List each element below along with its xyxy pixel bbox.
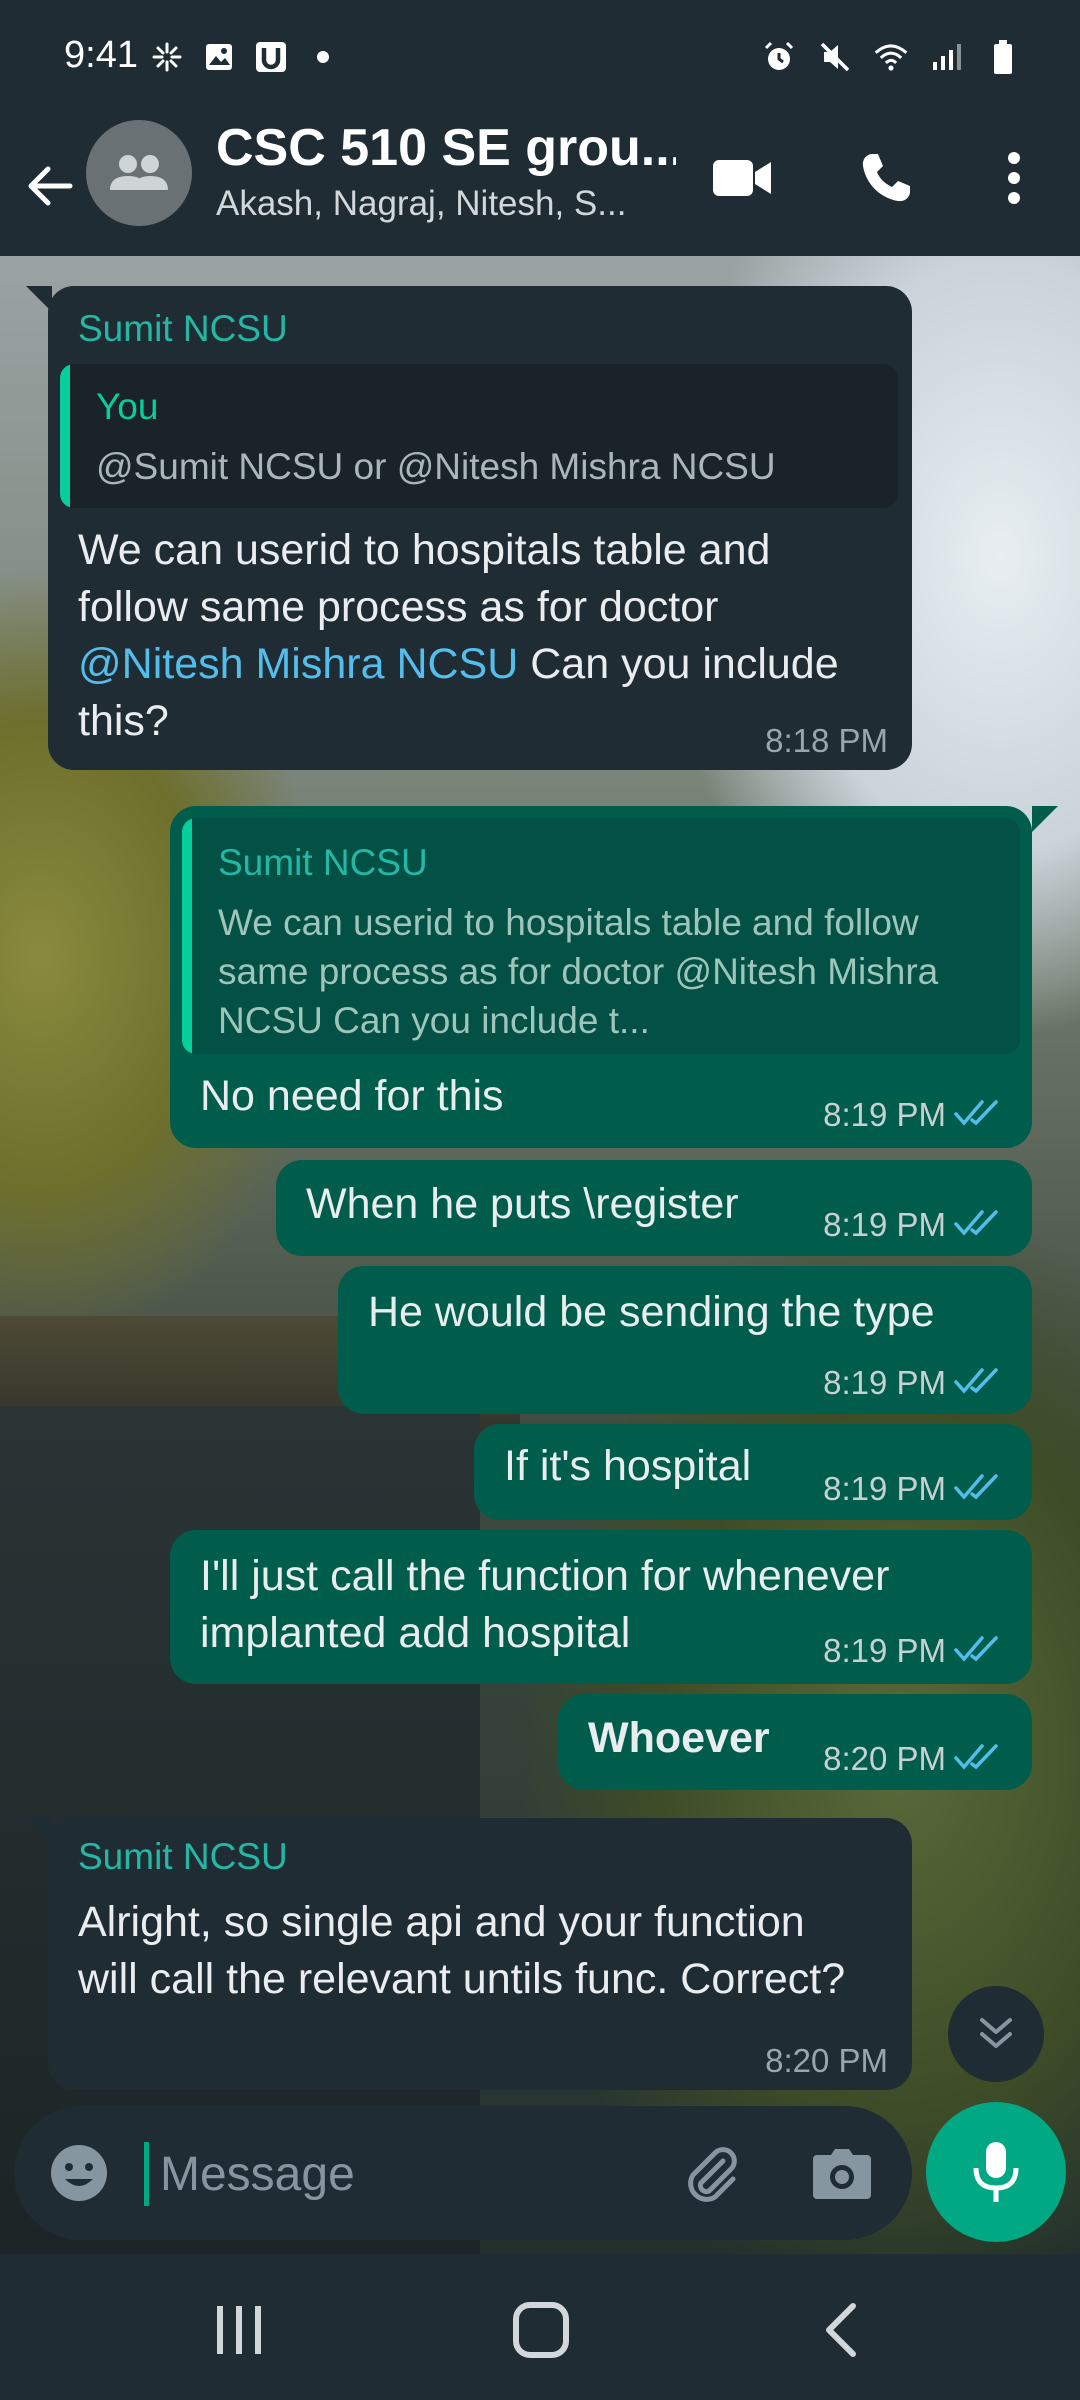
quote-bar [60,364,70,508]
recents-icon [217,2306,261,2354]
quote-author: You [96,386,159,427]
message-time: 8:19 PM [823,1096,946,1133]
message-time: 8:19 PM [823,1364,946,1401]
gallery-icon [202,40,236,74]
attach-button[interactable] [674,2136,750,2212]
read-receipt-icon [954,1100,998,1126]
message-time: 8:19 PM [823,1632,946,1669]
message-text: Whoever [588,1714,770,1762]
message-composer [14,2106,912,2240]
battery-icon [986,40,1020,74]
recents-button[interactable] [194,2290,284,2370]
status-right-icons [762,40,1020,74]
camera-icon [813,2149,871,2199]
chat-header: CSC 510 SE grou... Akash, Nagraj, Nitesh… [0,118,1080,256]
back-button[interactable] [18,148,82,224]
wifi-icon [874,40,908,74]
voice-message-button[interactable] [926,2102,1066,2242]
message-bubble-outgoing[interactable]: Whoever 8:20 PM [558,1694,1032,1790]
u-app-icon [254,40,288,74]
video-call-icon [713,160,771,196]
back-nav-button[interactable] [796,2290,886,2370]
system-nav-bar [0,2254,1080,2400]
message-text: When he puts \register [306,1180,739,1228]
mic-icon [973,2142,1019,2202]
message-bubble-outgoing[interactable]: When he puts \register 8:19 PM [276,1160,1032,1256]
message-time: 8:19 PM [823,1206,946,1243]
sender-name: Sumit NCSU [78,308,288,349]
message-bubble-outgoing[interactable]: I'll just call the function for whenever… [170,1530,1032,1684]
message-time: 8:20 PM [823,1740,946,1777]
quote-bar [182,818,192,1054]
emoji-icon [51,2145,107,2201]
message-text: He would be sending the type [368,1288,935,1336]
message-bubble-incoming[interactable]: Sumit NCSU You @Sumit NCSU or @Nitesh Mi… [48,286,912,770]
spark-icon [150,40,184,74]
read-receipt-icon [954,1744,998,1770]
quote-text: We can userid to hospitals table and fol… [218,902,939,1041]
emoji-button[interactable] [42,2136,116,2210]
group-avatar[interactable] [86,120,192,226]
mute-icon [818,40,852,74]
message-text: Alright, so single api and your function… [78,1898,846,2003]
sender-name: Sumit NCSU [78,1836,288,1877]
alarm-icon [762,40,796,74]
read-receipt-icon [954,1210,998,1236]
message-time: 8:18 PM [765,722,888,759]
dot-icon [306,40,340,74]
home-button[interactable] [496,2290,586,2370]
camera-button[interactable] [804,2136,880,2212]
chat-title[interactable]: CSC 510 SE grou... [216,118,676,178]
voice-call-button[interactable] [846,138,926,218]
message-time: 8:20 PM [765,2042,888,2079]
message-bubble-outgoing[interactable]: If it's hospital 8:19 PM [474,1424,1032,1520]
more-options-button[interactable] [974,138,1054,218]
signal-icon [930,40,964,74]
read-receipt-icon [954,1474,998,1500]
voice-call-icon [862,154,910,202]
message-text-part: We can userid to hospitals table and fol… [78,526,771,631]
message-input[interactable] [144,2140,664,2208]
bubble-tail [26,286,52,312]
read-receipt-icon [954,1636,998,1662]
mention-link[interactable]: @Nitesh Mishra NCSU [78,640,518,688]
read-receipt-icon [954,1368,998,1394]
status-left-icons [150,40,340,74]
message-bubble-incoming[interactable]: Sumit NCSU Alright, so single api and yo… [48,1818,912,2090]
message-bubble-outgoing[interactable]: He would be sending the type 8:19 PM [338,1266,1032,1414]
video-call-button[interactable] [702,138,782,218]
status-bar: 9:41 [0,0,1080,118]
group-icon [110,155,168,190]
bubble-tail [26,1818,52,1844]
chat-participants[interactable]: Akash, Nagraj, Nitesh, S... [216,184,656,224]
message-text: If it's hospital [504,1442,752,1490]
quoted-message[interactable]: Sumit NCSU We can userid to hospitals ta… [182,818,1020,1054]
message-time: 8:19 PM [823,1470,946,1507]
quote-author: Sumit NCSU [218,842,428,883]
scroll-to-bottom-button[interactable] [948,1986,1044,2082]
back-nav-icon [826,2303,856,2357]
attach-icon [688,2147,737,2202]
message-text: No need for this [200,1072,504,1120]
bubble-tail [1032,806,1058,832]
quote-text: @Sumit NCSU or @Nitesh Mishra NCSU [96,446,776,487]
message-text: We can userid to hospitals table and fol… [78,522,878,750]
message-bubble-outgoing[interactable]: Sumit NCSU We can userid to hospitals ta… [170,806,1032,1148]
more-menu-icon [1008,152,1020,204]
back-arrow-icon [28,166,73,206]
home-icon [513,2302,569,2358]
quoted-message[interactable]: You @Sumit NCSU or @Nitesh Mishra NCSU [60,364,898,508]
double-chevron-down-icon [980,2018,1012,2048]
status-time: 9:41 [64,34,138,76]
